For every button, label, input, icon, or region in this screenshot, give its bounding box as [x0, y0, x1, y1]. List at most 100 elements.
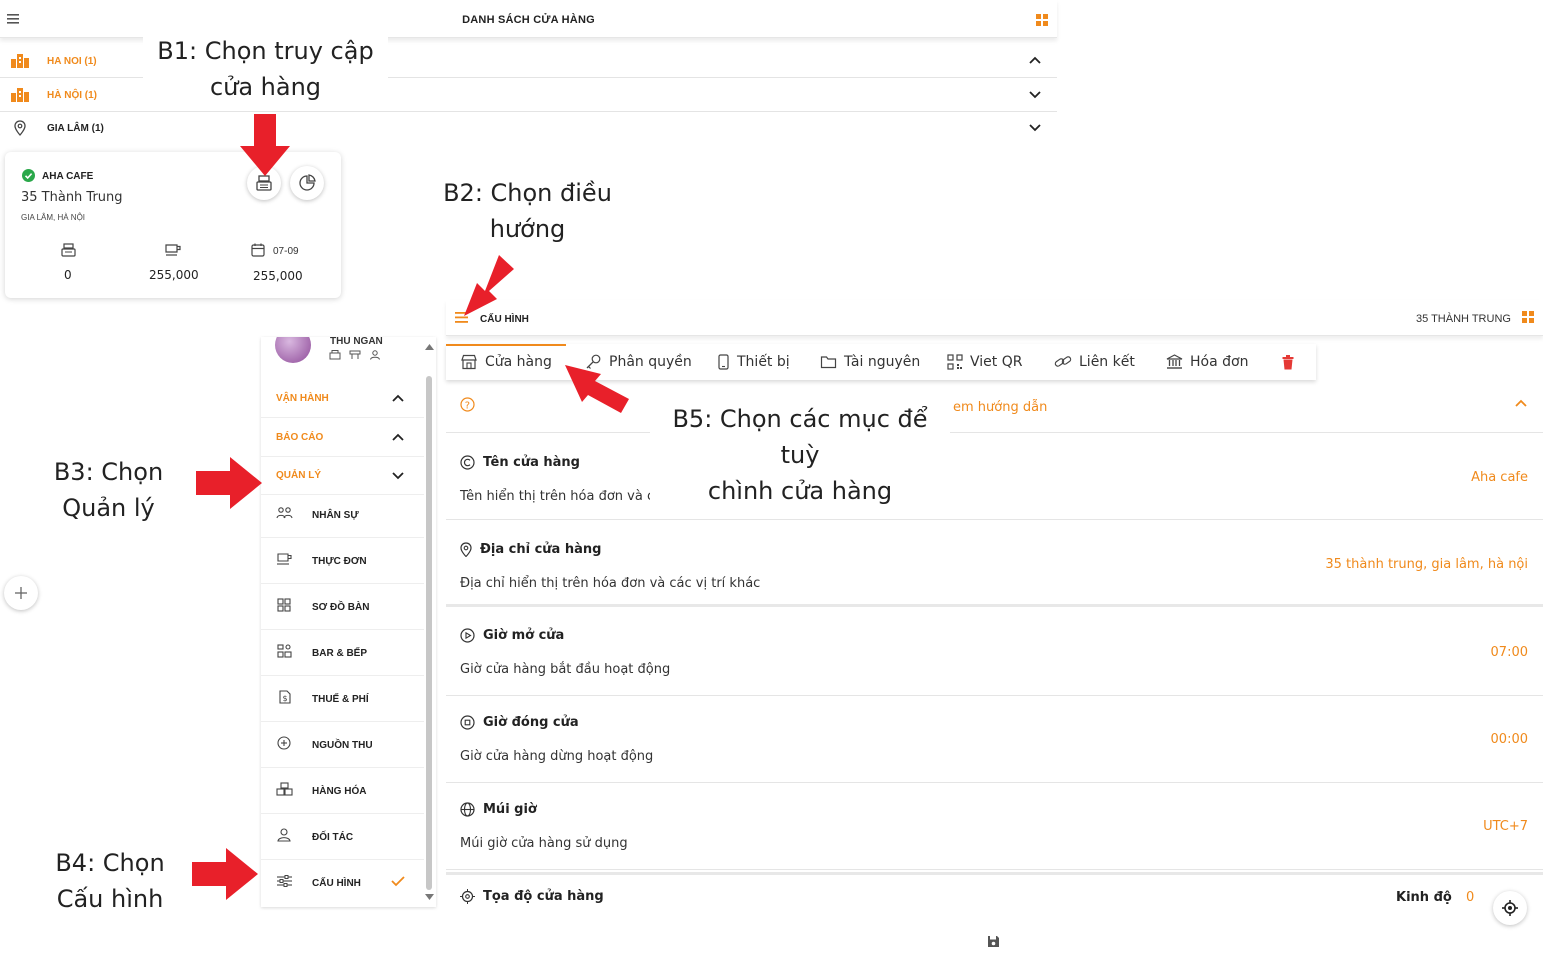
annotation-b5: B5: Chọn các mục để tuỳ chình cửa hàng	[650, 401, 950, 509]
user-role-label: THU NGÂN	[330, 337, 383, 347]
config-row-store-address[interactable]: Địa chỉ cửa hàng Địa chỉ hiển thị trên h…	[446, 520, 1543, 607]
row-value[interactable]: Aha cafe	[1471, 470, 1528, 485]
menu-item-label: SƠ ĐỒ BÀN	[312, 602, 370, 613]
phone-icon	[718, 354, 729, 370]
svg-text:?: ?	[465, 400, 470, 411]
chevron-down-icon[interactable]	[1028, 87, 1042, 101]
menu-item-label: ĐỐI TÁC	[312, 832, 354, 843]
map-pin-icon	[460, 542, 472, 557]
people-icon	[276, 507, 293, 519]
row-title: Giờ đóng cửa	[460, 715, 579, 730]
menu-item-label: CẤU HÌNH	[312, 878, 361, 889]
qr-icon	[947, 354, 963, 370]
tab-label: Liên kết	[1079, 354, 1135, 370]
store-card[interactable]: AHA CAFE 35 Thành Trung GIA LÂM, HÀ NỘI …	[5, 152, 341, 298]
menu-item-label: NGUỒN THU	[312, 740, 373, 751]
apps-grid-icon[interactable]	[1036, 14, 1048, 26]
config-row-store-name[interactable]: Tên cửa hàng Tên hiển thị trên hóa đơn v…	[446, 433, 1543, 520]
menu-item-so-do-ban[interactable]: SƠ ĐỒ BÀN	[261, 584, 424, 630]
pointer-arrow-b3	[196, 457, 262, 509]
play-circle-icon	[460, 628, 475, 643]
store-address: 35 Thành Trung	[21, 190, 123, 205]
menu-item-thue-phi[interactable]: $ THUẾ & PHÍ	[261, 676, 424, 722]
tab-thiet-bi[interactable]: Thiết bị	[717, 344, 790, 380]
menu-item-bar-bep[interactable]: BAR & BẾP	[261, 630, 424, 676]
config-header: CẤU HÌNH 35 THÀNH TRUNG	[446, 300, 1543, 336]
cup-icon	[277, 553, 292, 565]
add-store-button[interactable]	[4, 576, 38, 610]
annotation-b3: B3: Chọn Quản lý	[53, 458, 164, 522]
menu-item-thuc-don[interactable]: THỰC ĐƠN	[261, 538, 424, 584]
section-bao-cao[interactable]: BÁO CÁO	[261, 419, 424, 457]
save-icon[interactable]	[987, 935, 1000, 948]
gps-target-icon	[1502, 900, 1518, 916]
pointer-arrow-b1	[240, 114, 290, 176]
stat-date: 07-09	[273, 246, 299, 257]
svg-text:$: $	[283, 694, 288, 703]
chevron-up-icon[interactable]	[1028, 53, 1042, 67]
row-value[interactable]: 07:00	[1491, 645, 1528, 660]
apps-grid-icon[interactable]	[1522, 311, 1534, 323]
avatar[interactable]	[275, 337, 311, 363]
chevron-up-icon[interactable]	[1514, 397, 1528, 409]
tab-viet-qr[interactable]: Viet QR	[947, 344, 1022, 380]
sidebar-scrollbar[interactable]	[426, 376, 432, 890]
tab-cua-hang[interactable]: Cửa hàng	[460, 344, 552, 380]
stat-value: 255,000	[149, 268, 199, 282]
scroll-up-arrow-icon[interactable]	[425, 344, 434, 350]
config-row-close-time[interactable]: Giờ đóng cửa Giờ cửa hàng dừng hoạt động…	[446, 696, 1543, 783]
row-value[interactable]: 35 thành trung, gia lâm, hà nội	[1325, 557, 1528, 572]
table-icon	[349, 350, 361, 359]
tab-label: Tài nguyên	[844, 354, 921, 370]
folder-icon	[820, 356, 837, 369]
tab-tai-nguyen[interactable]: Tài nguyên	[820, 344, 920, 380]
annotation-b4: B4: Chọn Cấu hình	[55, 849, 165, 913]
config-row-timezone[interactable]: Múi giờ Múi giờ cửa hàng sử dụng UTC+7	[446, 783, 1543, 870]
chevron-down-icon[interactable]	[1028, 120, 1042, 134]
menu-item-nhan-su[interactable]: NHÂN SỰ	[261, 492, 424, 538]
tab-lien-ket[interactable]: Liên kết	[1054, 344, 1135, 380]
menu-item-nguon-thu[interactable]: NGUỒN THU	[261, 722, 424, 768]
menu-item-hang-hoa[interactable]: HÀNG HÓA	[261, 768, 424, 814]
guide-link-text[interactable]: em hướng dẫn	[953, 400, 1047, 415]
menu-item-cau-hinh[interactable]: CẤU HÌNH	[261, 860, 424, 906]
section-quan-ly[interactable]: QUẢN LÝ	[261, 457, 424, 495]
section-van-hanh[interactable]: VẬN HÀNH	[261, 380, 424, 418]
tab-label: Cửa hàng	[485, 354, 552, 370]
region-label: HÀ NỘI (1)	[47, 90, 97, 101]
current-store-name: 35 THÀNH TRUNG	[1416, 313, 1511, 325]
row-value[interactable]: 00:00	[1491, 732, 1528, 747]
row-value[interactable]: UTC+7	[1483, 819, 1528, 834]
store-name: AHA CAFE	[42, 171, 94, 182]
pointer-arrow-b5	[565, 365, 629, 413]
row-title: Địa chỉ cửa hàng	[460, 542, 601, 557]
check-circle-icon	[22, 169, 35, 182]
stop-circle-icon	[460, 715, 475, 730]
scroll-down-arrow-icon[interactable]	[425, 894, 434, 900]
config-row-coordinates[interactable]: Tọa độ cửa hàng Kinh độ 0	[446, 872, 1543, 916]
sliders-icon	[277, 875, 292, 887]
delete-store-button[interactable]	[1282, 344, 1301, 380]
menu-item-label: HÀNG HÓA	[312, 786, 367, 797]
longitude-value[interactable]: 0	[1466, 890, 1474, 905]
calendar-icon	[251, 243, 265, 257]
row-title-text: Giờ mở cửa	[483, 628, 565, 643]
cash-register-icon	[329, 350, 341, 360]
globe-icon	[460, 802, 475, 817]
locate-button[interactable]	[1493, 891, 1527, 925]
row-description: Múi giờ cửa hàng sử dụng	[460, 836, 628, 851]
tab-hoa-don[interactable]: Hóa đơn	[1166, 344, 1248, 380]
store-district: GIA LÂM, HÀ NỘI	[21, 213, 86, 222]
row-title-text: Địa chỉ cửa hàng	[480, 542, 602, 557]
city-icon	[11, 54, 29, 68]
page-title: DANH SÁCH CỬA HÀNG	[462, 14, 595, 26]
menu-item-label: NHÂN SỰ	[312, 510, 359, 521]
report-button[interactable]	[290, 166, 324, 200]
config-row-open-time[interactable]: Giờ mở cửa Giờ cửa hàng bắt đầu hoạt độn…	[446, 609, 1543, 696]
region-row-gia-lam[interactable]: GIA LÂM (1)	[0, 112, 1057, 145]
chevron-down-icon	[392, 472, 404, 480]
row-title: Giờ mở cửa	[460, 628, 564, 643]
section-label: VẬN HÀNH	[276, 393, 329, 404]
checkmark-icon	[391, 876, 405, 887]
menu-item-doi-tac[interactable]: ĐỐI TÁC	[261, 814, 424, 860]
